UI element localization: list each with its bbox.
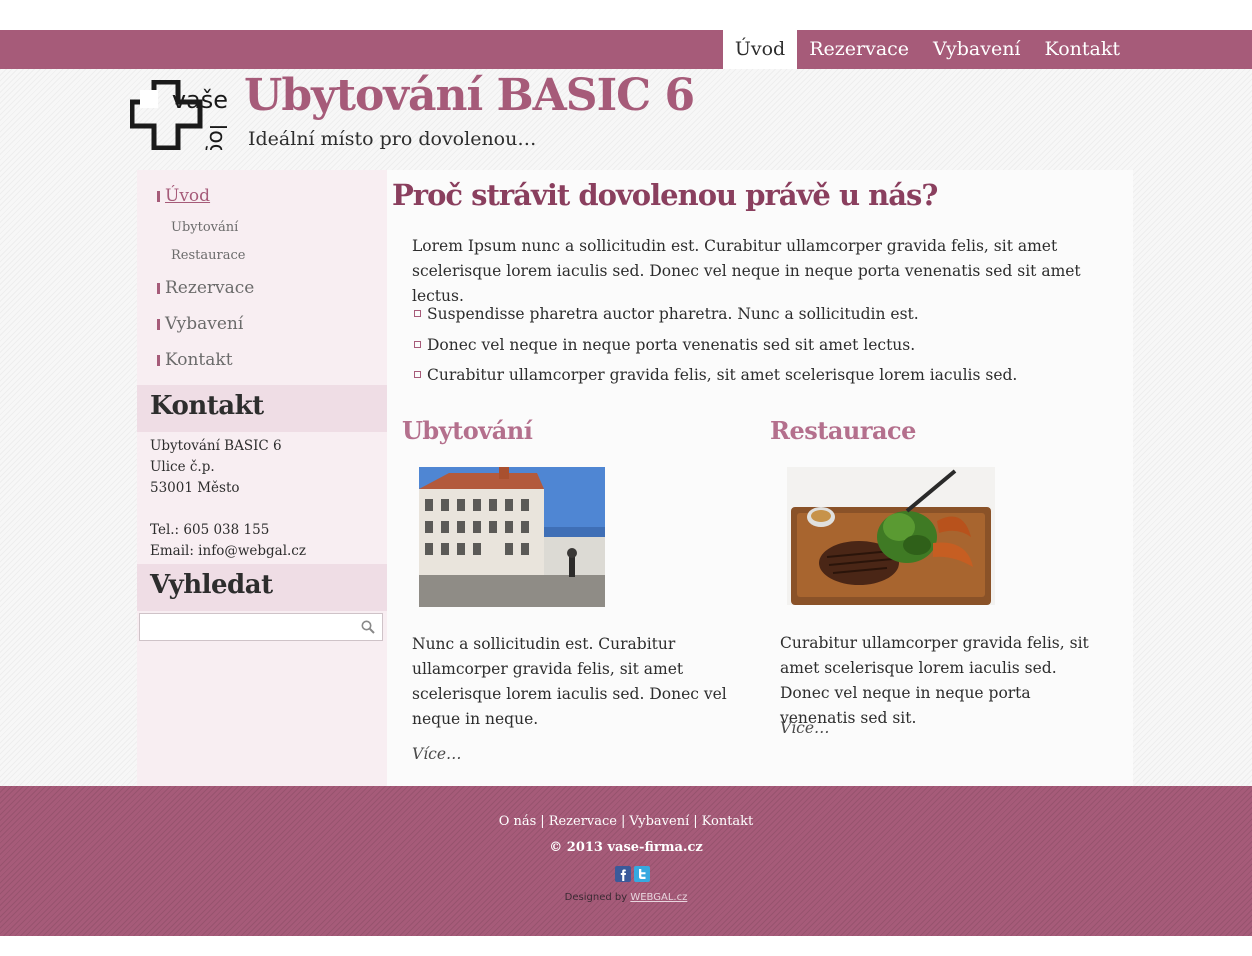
logo-text-bottom: logo [204, 124, 229, 150]
contact-phone: Tel.: 605 038 155 [150, 522, 270, 538]
search-widget-title: Vyhledat [150, 570, 273, 600]
search-input[interactable] [140, 614, 362, 640]
feature-list: Suspendisse pharetra auctor pharetra. Nu… [412, 299, 1017, 391]
social-links [615, 866, 650, 882]
sidebar-item-kontakt[interactable]: Kontakt [137, 342, 387, 378]
ubytovani-image[interactable] [419, 467, 605, 607]
square-bullet-icon [414, 371, 421, 378]
list-item-text: Curabitur ullamcorper gravida felis, sit… [427, 366, 1018, 384]
designed-by-link[interactable]: WEBGAL.cz [630, 892, 687, 903]
sidebar-nav: Úvod Ubytování Restaurace Rezervace Vyba… [137, 178, 387, 378]
ubytovani-section: Ubytování Nunc a sollicitudin est. Curab… [402, 416, 742, 763]
top-nav-item-vybaveni[interactable]: Vybavení [921, 30, 1032, 69]
sidebar-item-uvod[interactable]: Úvod [137, 178, 387, 214]
page-title: Proč strávit dovolenou právě u nás? [392, 178, 938, 212]
ubytovani-text: Nunc a sollicitudin est. Curabitur ullam… [412, 635, 727, 728]
copyright: © 2013 vase-firma.cz [549, 840, 703, 855]
designed-by: Designed by WEBGAL.cz [0, 892, 1252, 903]
intro-paragraph: Lorem Ipsum nunc a sollicitudin est. Cur… [412, 237, 1081, 305]
top-nav: Úvod Rezervace Vybavení Kontakt [722, 30, 1132, 69]
main-content: Proč strávit dovolenou právě u nás? Lore… [387, 170, 1133, 786]
sidebar-item-label: Úvod [165, 186, 211, 206]
list-item: Donec vel neque in neque porta venenatis… [412, 330, 1017, 361]
list-item-text: Donec vel neque in neque porta venenatis… [427, 335, 916, 354]
ubytovani-title[interactable]: Ubytování [402, 416, 742, 445]
top-nav-item-kontakt[interactable]: Kontakt [1033, 30, 1132, 69]
square-bullet-icon [414, 340, 421, 348]
sidebar-item-label: Kontakt [165, 350, 233, 370]
contact-street: Ulice č.p. [150, 459, 215, 475]
contact-widget-title: Kontakt [150, 391, 264, 421]
ubytovani-more-link[interactable]: Více… [412, 745, 462, 763]
sidebar-item-label: Rezervace [165, 278, 255, 298]
list-item: Suspendisse pharetra auctor pharetra. Nu… [412, 299, 1017, 330]
site-slogan: Ideální místo pro dovolenou… [248, 128, 537, 150]
nav-bullet-icon [157, 283, 160, 294]
footer-separator: | [621, 814, 626, 829]
restaurace-more-link[interactable]: Více… [780, 719, 830, 737]
nav-bullet-icon [157, 191, 160, 202]
footer-separator: | [540, 814, 545, 829]
contact-city: 53001 Město [150, 480, 240, 496]
contact-spacer [150, 499, 306, 520]
footer-link-kontakt[interactable]: Kontakt [702, 814, 754, 829]
designed-by-prefix: Designed by [564, 892, 628, 903]
facebook-icon[interactable] [615, 866, 631, 882]
footer-link-vybaveni[interactable]: Vybavení [629, 814, 689, 829]
list-item: Curabitur ullamcorper gravida felis, sit… [412, 360, 1017, 391]
footer-separator: | [693, 814, 698, 829]
sidebar: Úvod Ubytování Restaurace Rezervace Vyba… [137, 170, 387, 786]
search-icon[interactable] [360, 619, 376, 635]
restaurace-title[interactable]: Restaurace [770, 416, 1110, 445]
top-nav-item-uvod[interactable]: Úvod [722, 30, 798, 69]
sidebar-item-label: Vybavení [165, 314, 244, 334]
search-box [139, 613, 383, 641]
site-title[interactable]: Ubytování BASIC 6 [244, 70, 695, 121]
contact-email: Email: info@webgal.cz [150, 543, 306, 559]
square-bullet-icon [414, 310, 421, 317]
site-logo[interactable]: vaše logo [130, 80, 230, 150]
footer-links: O nás | Rezervace | Vybavení | Kontakt [0, 814, 1252, 829]
top-navigation-bar: Úvod Rezervace Vybavení Kontakt [0, 30, 1252, 69]
logo-text-top: vaše [172, 86, 228, 114]
restaurace-section: Restaurace Curabitur ullamcorper gravida… [770, 416, 1110, 737]
footer-link-rezervace[interactable]: Rezervace [549, 814, 617, 829]
contact-info: Ubytování BASIC 6 Ulice č.p. 53001 Město… [150, 436, 306, 562]
search-widget-header: Vyhledat [137, 564, 387, 611]
sidebar-item-vybaveni[interactable]: Vybavení [137, 306, 387, 342]
sidebar-subitem-restaurace[interactable]: Restaurace [137, 242, 387, 270]
sidebar-subitem-ubytovani[interactable]: Ubytování [137, 214, 387, 242]
footer-link-o-nas[interactable]: O nás [499, 814, 537, 829]
contact-widget-header: Kontakt [137, 385, 387, 432]
contact-name: Ubytování BASIC 6 [150, 438, 282, 454]
sidebar-item-rezervace[interactable]: Rezervace [137, 270, 387, 306]
restaurace-text: Curabitur ullamcorper gravida felis, sit… [780, 634, 1089, 727]
nav-bullet-icon [157, 355, 160, 366]
top-nav-item-rezervace[interactable]: Rezervace [797, 30, 921, 69]
list-item-text: Suspendisse pharetra auctor pharetra. Nu… [427, 305, 919, 323]
nav-bullet-icon [157, 319, 160, 330]
restaurace-image[interactable] [787, 467, 995, 605]
footer: O nás | Rezervace | Vybavení | Kontakt © 2013 … [0, 786, 1252, 936]
twitter-icon[interactable] [634, 866, 650, 882]
